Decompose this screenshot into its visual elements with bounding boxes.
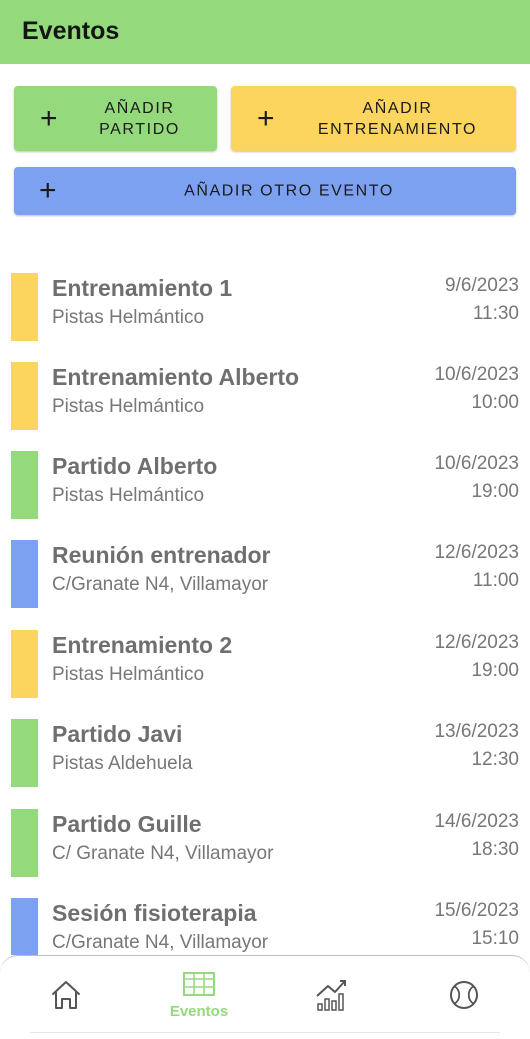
event-location: C/ Granate N4, Villamayor: [52, 843, 274, 864]
event-item[interactable]: Entrenamiento Alberto Pistas Helmántico …: [0, 358, 530, 438]
event-date: 12/6/2023: [434, 632, 519, 653]
event-title: Partido Alberto: [52, 453, 218, 479]
event-item[interactable]: Partido Alberto Pistas Helmántico 10/6/2…: [0, 447, 530, 527]
nav-item-home[interactable]: [21, 956, 111, 1032]
event-date: 12/6/2023: [434, 542, 519, 563]
event-type-indicator: [11, 719, 38, 787]
event-time: 19:00: [471, 660, 519, 681]
event-date: 10/6/2023: [434, 364, 519, 385]
event-location: Pistas Helmántico: [52, 307, 205, 328]
event-type-indicator: [11, 898, 38, 955]
event-title: Reunión entrenador: [52, 542, 271, 568]
event-type-indicator: [11, 451, 38, 519]
event-time: 10:00: [471, 392, 519, 413]
event-location: Pistas Helmántico: [52, 485, 205, 506]
event-type-indicator: [11, 809, 38, 877]
event-time: 11:00: [472, 570, 519, 591]
event-title: Partido Guille: [52, 811, 202, 837]
home-icon: [52, 981, 80, 1009]
calendar-icon: [183, 972, 215, 996]
event-time: 12:30: [471, 749, 519, 770]
nav-divider: [30, 1032, 500, 1033]
event-time: 11:30: [472, 303, 519, 324]
event-date: 14/6/2023: [434, 811, 519, 832]
event-time: 15:10: [471, 928, 519, 949]
event-date: 13/6/2023: [434, 721, 519, 742]
event-location: Pistas Helmántico: [52, 664, 205, 685]
event-time: 19:00: [471, 481, 519, 502]
event-title: Entrenamiento Alberto: [52, 364, 300, 390]
event-item[interactable]: Sesión fisioterapia C/Granate N4, Villam…: [0, 894, 530, 955]
event-location: C/Granate N4, Villamayor: [52, 574, 269, 595]
nav-label-eventos: Eventos: [169, 1003, 229, 1020]
event-list[interactable]: Entrenamiento 1 Pistas Helmántico 9/6/20…: [0, 0, 530, 955]
event-item[interactable]: Reunión entrenador C/Granate N4, Villama…: [0, 536, 530, 616]
bottom-navigation: Eventos: [0, 955, 530, 1039]
event-title: Sesión fisioterapia: [52, 900, 257, 926]
event-date: 9/6/2023: [445, 275, 519, 296]
event-type-indicator: [11, 630, 38, 698]
event-location: Pistas Helmántico: [52, 396, 205, 417]
event-time: 18:30: [471, 839, 519, 860]
nav-item-tennis[interactable]: [419, 956, 509, 1032]
event-type-indicator: [11, 362, 38, 430]
nav-item-eventos[interactable]: Eventos: [154, 956, 244, 1032]
event-title: Entrenamiento 2: [52, 632, 233, 658]
event-type-indicator: [11, 540, 38, 608]
event-location: C/Granate N4, Villamayor: [52, 932, 269, 953]
event-date: 10/6/2023: [434, 453, 519, 474]
event-location: Pistas Aldehuela: [52, 753, 193, 774]
nav-item-stats[interactable]: [286, 956, 376, 1032]
event-type-indicator: [11, 273, 38, 341]
event-title: Partido Javi: [52, 721, 183, 747]
event-item[interactable]: Partido Javi Pistas Aldehuela 13/6/2023 …: [0, 715, 530, 795]
event-item[interactable]: Entrenamiento 1 Pistas Helmántico 9/6/20…: [0, 269, 530, 349]
event-title: Entrenamiento 1: [52, 275, 233, 301]
tennis-ball-icon: [450, 981, 478, 1009]
event-item[interactable]: Entrenamiento 2 Pistas Helmántico 12/6/2…: [0, 626, 530, 706]
event-date: 15/6/2023: [434, 900, 519, 921]
event-item[interactable]: Partido Guille C/ Granate N4, Villamayor…: [0, 805, 530, 885]
stats-chart-icon: [316, 980, 346, 1011]
